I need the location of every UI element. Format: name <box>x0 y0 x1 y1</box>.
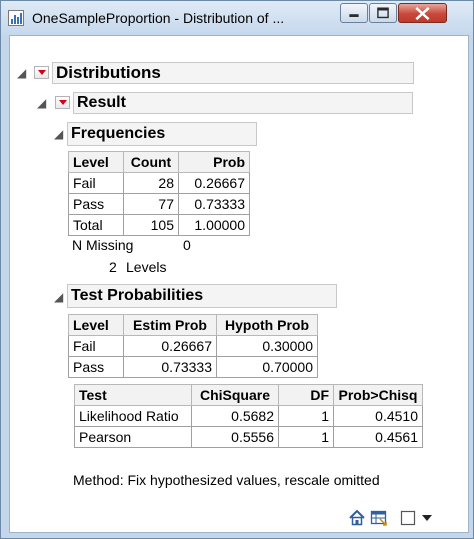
distributions-outline-title[interactable]: Distributions <box>52 62 414 84</box>
table-row: Pass 0.73333 0.70000 <box>68 356 318 378</box>
table-cell: 0.26667 <box>123 335 217 357</box>
collapse-frequencies-icon[interactable]: ◢ <box>54 128 63 140</box>
table-cell: 28 <box>123 172 179 194</box>
frequencies-table: Level Count Prob Fail 28 0.26667 Pass 77… <box>68 151 250 236</box>
n-missing-value: 0 <box>183 237 191 253</box>
table-header-row: Level Count Prob <box>68 151 250 173</box>
app-window: OneSampleProportion - Distribution of ..… <box>0 0 474 539</box>
table-cell: 0.4510 <box>333 405 423 427</box>
table-view-icon[interactable] <box>370 509 388 527</box>
maximize-button[interactable] <box>369 3 397 23</box>
close-icon <box>415 7 430 21</box>
table-header-row: Test ChiSquare DF Prob>Chisq <box>74 384 423 406</box>
collapse-distributions-icon[interactable]: ◢ <box>17 67 26 79</box>
column-header[interactable]: ChiSquare <box>191 384 279 406</box>
levels-count: 2 <box>109 259 117 275</box>
table-cell: Pass <box>68 356 124 378</box>
chisquare-tests-table: Test ChiSquare DF Prob>Chisq Likelihood … <box>74 384 423 448</box>
table-cell: 1.00000 <box>178 214 250 236</box>
frequencies-outline-title[interactable]: Frequencies <box>67 122 257 146</box>
table-row: Fail 0.26667 0.30000 <box>68 335 318 357</box>
status-bar <box>9 504 469 533</box>
window-title: OneSampleProportion - Distribution of ..… <box>32 10 285 26</box>
column-header[interactable]: Count <box>123 151 179 173</box>
collapse-result-icon[interactable]: ◢ <box>37 97 46 109</box>
column-header[interactable]: Estim Prob <box>123 314 217 336</box>
column-header[interactable]: Level <box>68 314 124 336</box>
table-row: Fail 28 0.26667 <box>68 172 250 194</box>
column-header[interactable]: Hypoth Prob <box>216 314 318 336</box>
minimize-icon <box>349 14 359 17</box>
table-cell: 77 <box>123 193 179 215</box>
table-cell: Pass <box>68 193 124 215</box>
table-row: Total 105 1.00000 <box>68 214 250 236</box>
table-cell: 0.4561 <box>333 426 423 448</box>
dropdown-arrow-icon[interactable] <box>420 509 434 527</box>
close-button[interactable] <box>398 3 447 23</box>
table-header-row: Level Estim Prob Hypoth Prob <box>68 314 318 336</box>
table-cell: 1 <box>278 405 334 427</box>
report-panel: ◢ Distributions ◢ Result ◢ Frequencies L… <box>9 35 469 505</box>
column-header[interactable]: DF <box>278 384 334 406</box>
maximize-icon <box>377 7 389 19</box>
table-cell: 0.70000 <box>216 356 318 378</box>
test-probabilities-outline-title[interactable]: Test Probabilities <box>67 284 337 308</box>
table-cell: Fail <box>68 172 124 194</box>
method-note: Method: Fix hypothesized values, rescale… <box>73 472 380 488</box>
table-cell: 0.5682 <box>191 405 279 427</box>
checkbox-icon[interactable] <box>400 509 416 527</box>
result-menu-icon[interactable] <box>55 96 70 109</box>
table-cell: 0.5556 <box>191 426 279 448</box>
test-probabilities-table: Level Estim Prob Hypoth Prob Fail 0.2666… <box>68 314 318 378</box>
table-cell: 0.30000 <box>216 335 318 357</box>
table-cell: 0.26667 <box>178 172 250 194</box>
home-icon[interactable] <box>348 509 366 527</box>
collapse-test-probabilities-icon[interactable]: ◢ <box>54 291 63 303</box>
levels-label: Levels <box>126 259 167 275</box>
table-cell: Fail <box>68 335 124 357</box>
result-outline-title[interactable]: Result <box>73 92 413 114</box>
table-cell: 105 <box>123 214 179 236</box>
minimize-button[interactable] <box>340 3 368 23</box>
table-row: Pearson 0.5556 1 0.4561 <box>74 426 423 448</box>
table-row: Likelihood Ratio 0.5682 1 0.4510 <box>74 405 423 427</box>
column-header[interactable]: Prob <box>178 151 250 173</box>
title-bar[interactable]: OneSampleProportion - Distribution of ..… <box>1 1 473 35</box>
column-header[interactable]: Test <box>74 384 192 406</box>
column-header[interactable]: Prob>Chisq <box>333 384 423 406</box>
n-missing-label: N Missing <box>72 237 134 253</box>
table-cell: 1 <box>278 426 334 448</box>
distributions-menu-icon[interactable] <box>34 66 49 79</box>
table-cell: 0.73333 <box>123 356 217 378</box>
table-row: Pass 77 0.73333 <box>68 193 250 215</box>
table-cell: Total <box>68 214 124 236</box>
table-cell: 0.73333 <box>178 193 250 215</box>
table-cell: Pearson <box>74 426 192 448</box>
column-header[interactable]: Level <box>68 151 124 173</box>
table-cell: Likelihood Ratio <box>74 405 192 427</box>
jmp-app-icon <box>8 10 24 26</box>
